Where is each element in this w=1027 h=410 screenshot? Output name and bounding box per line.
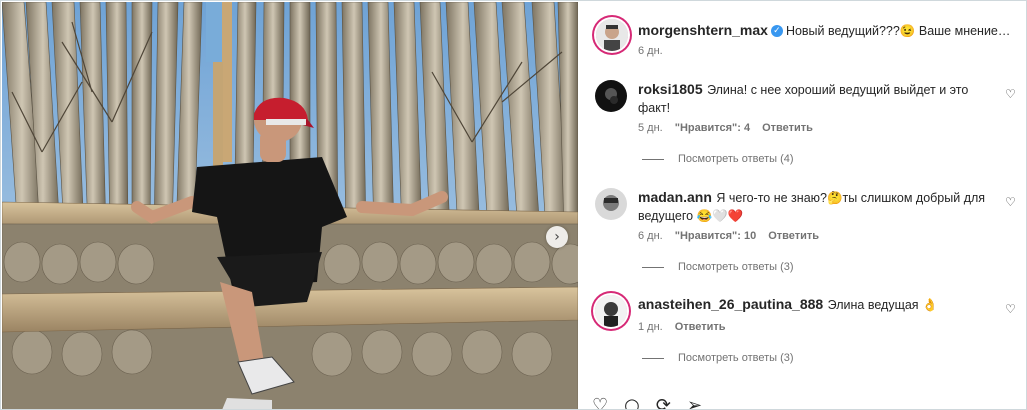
view-replies-3[interactable]: Посмотреть ответы (3) <box>642 352 794 364</box>
reply-button[interactable]: Ответить <box>675 321 726 333</box>
replies-divider <box>642 158 664 160</box>
chevron-right-icon: › <box>554 229 560 245</box>
post-meta: 6 дн. <box>638 45 675 57</box>
reply-button[interactable]: Ответить <box>768 230 819 242</box>
comment-likes[interactable]: "Нравится": 10 <box>675 230 756 242</box>
comment-3: anasteihen_26_pautina_888 Элина ведущая … <box>638 296 988 314</box>
view-replies-label: Посмотреть ответы (3) <box>678 352 794 364</box>
comment-time[interactable]: 1 дн. <box>638 321 663 333</box>
comment-username[interactable]: anasteihen_26_pautina_888 <box>638 296 823 312</box>
post-photo[interactable]: › <box>2 2 578 409</box>
comment-likes[interactable]: "Нравится": 4 <box>675 122 750 134</box>
share-icon[interactable]: ⟳ <box>656 395 671 409</box>
comment-2-meta: 6 дн. "Нравится": 10 Ответить <box>638 230 831 242</box>
comment-text: Элина ведущая 👌 <box>827 298 938 312</box>
caption-text: Новый ведущий???😉 Ваше мнение… <box>785 24 1011 38</box>
next-photo-button[interactable]: › <box>546 226 568 248</box>
replies-divider <box>642 266 664 268</box>
replies-divider <box>642 357 664 359</box>
reply-button[interactable]: Ответить <box>762 122 813 134</box>
heart-icon[interactable]: ♡ <box>1005 195 1016 209</box>
view-replies-1[interactable]: Посмотреть ответы (4) <box>642 153 794 165</box>
comment-time[interactable]: 6 дн. <box>638 230 663 242</box>
view-replies-label: Посмотреть ответы (4) <box>678 153 794 165</box>
view-replies-2[interactable]: Посмотреть ответы (3) <box>642 261 794 273</box>
post-time[interactable]: 6 дн. <box>638 45 663 57</box>
comment-2: madan.ann Я чего-то не знаю?🤔ты слишком … <box>638 189 988 225</box>
author-username[interactable]: morgenshtern_max <box>638 22 768 38</box>
photo-scene <box>2 2 578 409</box>
commenter-avatar[interactable] <box>595 80 627 112</box>
comment-icon[interactable]: ○ <box>624 395 640 409</box>
comment-1-meta: 5 дн. "Нравится": 4 Ответить <box>638 122 825 134</box>
action-bar: ♡ ○ ⟳ ➢ <box>592 395 702 409</box>
commenter-avatar[interactable] <box>595 295 627 327</box>
view-replies-label: Посмотреть ответы (3) <box>678 261 794 273</box>
comment-time[interactable]: 5 дн. <box>638 122 663 134</box>
heart-icon[interactable]: ♡ <box>592 395 608 409</box>
heart-icon[interactable]: ♡ <box>1005 87 1016 101</box>
heart-icon[interactable]: ♡ <box>1005 302 1016 316</box>
send-icon[interactable]: ➢ <box>687 395 702 409</box>
comment-username[interactable]: roksi1805 <box>638 81 703 97</box>
comment-3-meta: 1 дн. Ответить <box>638 321 738 333</box>
author-avatar[interactable] <box>596 19 628 51</box>
post-caption: morgenshtern_max ✓ Новый ведущий???😉 Ваше … <box>638 21 1018 40</box>
commenter-avatar[interactable] <box>595 188 627 220</box>
post-dialog: › morgenshtern_max ✓ Новый ведущий???😉 Ваш… <box>0 0 1027 410</box>
comment-username[interactable]: madan.ann <box>638 189 712 205</box>
comment-1: roksi1805 Элина! с нее хороший ведущий в… <box>638 81 988 117</box>
comments-panel: morgenshtern_max ✓ Новый ведущий???😉 Ваше … <box>579 2 1026 409</box>
verified-badge-icon: ✓ <box>770 24 783 37</box>
